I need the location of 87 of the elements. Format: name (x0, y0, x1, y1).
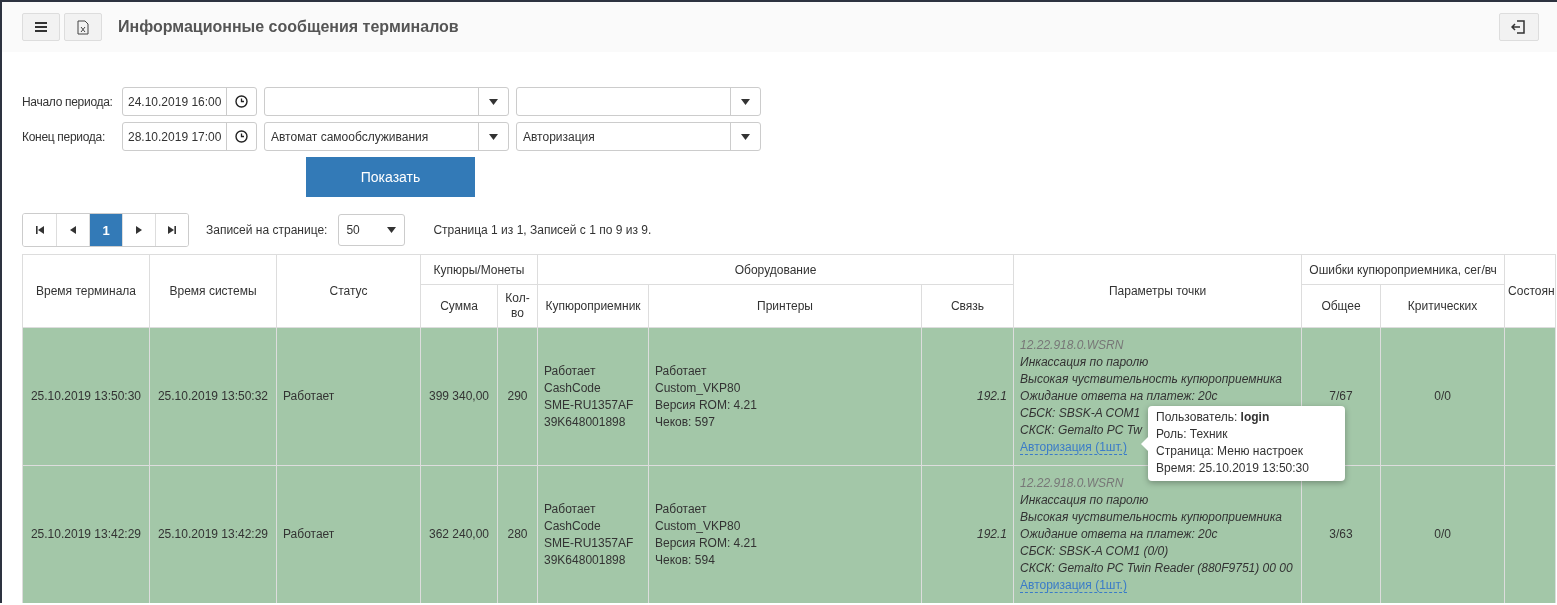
parameter-line: Ожидание ответа на платеж: 20с (1020, 526, 1218, 543)
table-cell-line: Работает (655, 362, 707, 380)
parameter-line: СКСК: Gemalto PC Twin Reader (880F9751) 00 00 (1020, 560, 1293, 577)
table-cell-line: CashCode (544, 517, 601, 535)
column-header[interactable]: Параметры точки (1013, 254, 1302, 328)
table-cell: 362 240,00 (420, 465, 498, 603)
parameter-line: Высокая чуствительность купюроприемника (1020, 509, 1283, 526)
table-cell-line: Custom_VKP80 (655, 379, 741, 397)
per-page-dropdown[interactable]: 50 (338, 214, 406, 246)
dropdown[interactable]: Автомат самообслуживания (264, 122, 509, 151)
caret-icon (387, 227, 397, 233)
page-title: Информационные сообщения терминалов (118, 18, 459, 36)
table-cell-line: Чеков: 594 (655, 551, 715, 569)
tooltip-line: Пользователь: login (1156, 409, 1271, 426)
caret-icon (741, 133, 750, 140)
column-group-header: Ошибки купюроприемника, сег/вч (1301, 254, 1505, 285)
column-header[interactable]: Купюроприемник (537, 284, 649, 328)
first-page-icon (35, 226, 44, 234)
dropdown[interactable]: Авторизация (516, 122, 761, 151)
caret-icon (489, 98, 498, 105)
table-cell-line: Версия ROM: 4.21 (655, 396, 757, 414)
table-cell-line: 39K648001898 (544, 551, 626, 569)
parameter-line: СКСК: Gemalto PC Tw (1020, 422, 1142, 439)
column-header[interactable]: Время терминала (22, 254, 150, 328)
spreadsheet-file-icon (77, 19, 89, 35)
date-field[interactable]: 24.10.2019 16:00 (122, 87, 257, 116)
caret-icon (741, 98, 750, 105)
table-cell: 25.10.2019 13:50:32 (149, 327, 277, 466)
column-header[interactable]: Состоян (1504, 254, 1556, 328)
table-cell: 192.1 (921, 327, 1014, 466)
version-text: 12.22.918.0.WSRN (1020, 475, 1124, 492)
parameter-line: Инкассация по паролю (1020, 492, 1149, 509)
menu-button[interactable] (22, 13, 60, 41)
date-field[interactable]: 28.10.2019 17:00 (122, 122, 257, 151)
table-cell: 0/0 (1380, 465, 1505, 603)
page-button[interactable]: 1 (89, 214, 122, 246)
field-label: Начало периода: (22, 94, 114, 109)
table-cell: 25.10.2019 13:50:30 (22, 327, 150, 466)
column-group-header: Оборудование (537, 254, 1014, 285)
per-page-label: Записей на странице: (206, 223, 328, 237)
table-cell-line: SME-RU1357AF (544, 534, 634, 552)
parameter-line: СБСК: SBSK-A COM1 (0/0) (1020, 543, 1169, 560)
table-cell: 399 340,00 (420, 327, 498, 466)
parameter-line: Инкассация по паролю (1020, 354, 1149, 371)
table-cell-line: Чеков: 597 (655, 413, 715, 431)
previous-page-icon (69, 226, 77, 234)
parameter-line: СБСК: SBSK-A COM1 (1020, 405, 1141, 422)
column-header[interactable]: Статус (276, 254, 421, 328)
last-page-button[interactable] (155, 214, 188, 246)
logout-icon (1511, 19, 1527, 35)
table-cell: 280 (497, 465, 538, 603)
caret-icon (489, 133, 498, 140)
field-label: Конец периода: (22, 129, 106, 144)
table-cell: 25.10.2019 13:42:29 (149, 465, 277, 603)
table-cell-line: SME-RU1357AF (544, 396, 634, 414)
column-header[interactable]: Кол-во (497, 284, 538, 328)
table-cell-line: Работает (544, 500, 596, 518)
version-text: 12.22.918.0.WSRN (1020, 337, 1124, 354)
parameter-line: Высокая чуствительность купюроприемника (1020, 371, 1283, 388)
tooltip-line: Роль: Техник (1156, 426, 1229, 443)
clock-icon (235, 130, 248, 143)
table-cell: 192.1 (921, 465, 1014, 603)
last-page-icon (168, 226, 176, 234)
column-header[interactable]: Время системы (149, 254, 277, 328)
parameter-line: Ожидание ответа на платеж: 20с (1020, 388, 1218, 405)
logout-button[interactable] (1499, 13, 1539, 41)
table-cell-line: Работает (544, 362, 596, 380)
next-page-icon (135, 226, 143, 234)
page-info: Страница 1 из 1, Записей с 1 по 9 из 9. (433, 223, 652, 237)
column-header[interactable]: Сумма (420, 284, 498, 328)
tooltip-line: Страница: Меню настроек (1156, 443, 1304, 460)
table-cell-line: 39K648001898 (544, 413, 626, 431)
table-cell: 25.10.2019 13:42:29 (22, 465, 150, 603)
table-cell: 290 (497, 327, 538, 466)
table-cell-line: Версия ROM: 4.21 (655, 534, 757, 552)
table-cell: Работает (276, 465, 421, 603)
table-cell-line: Custom_VKP80 (655, 517, 741, 535)
column-header[interactable]: Общее (1301, 284, 1381, 328)
table-cell: Работает (276, 327, 421, 466)
column-header[interactable]: Принтеры (648, 284, 922, 328)
table-cell: 0/0 (1380, 327, 1505, 466)
clock-icon (235, 95, 248, 108)
column-group-header: Купюры/Монеты (420, 254, 538, 285)
show-button[interactable]: Показать (306, 157, 475, 197)
table-cell-line: Работает (655, 500, 707, 518)
menu-icon (34, 21, 48, 33)
table-cell-line: CashCode (544, 379, 601, 397)
